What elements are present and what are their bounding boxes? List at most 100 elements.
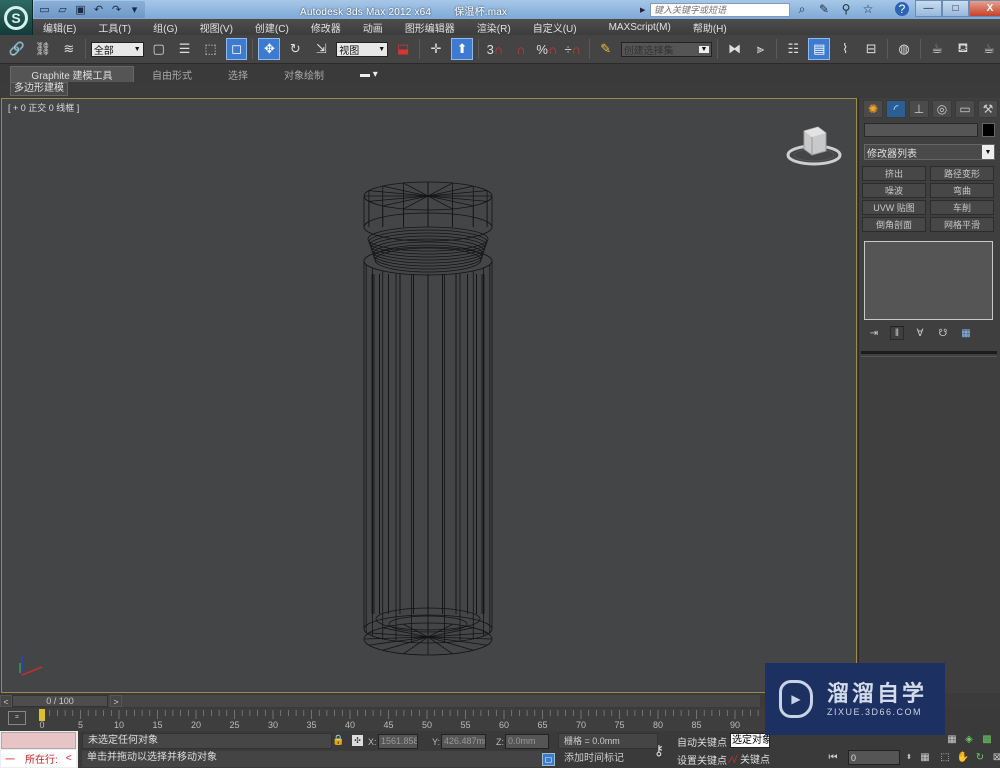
viewcube-icon[interactable] [784,121,844,169]
modifier-extrude-button[interactable]: 挤出 [862,166,926,181]
menu-modifiers[interactable]: 修改器 [311,20,341,35]
hierarchy-icon[interactable]: ⊥ [909,100,929,118]
menu-edit[interactable]: 编辑(E) [43,20,76,35]
viewport-orthographic[interactable]: [ + 0 正交 0 线框 ] [1,98,857,693]
search-input[interactable] [650,2,790,17]
rectangular-selection-icon[interactable]: ⬚ [200,38,222,60]
x-coordinate-field[interactable]: 1561.858m [378,734,418,749]
create-icon[interactable]: ✺ [863,100,883,118]
ribbon-options-icon[interactable]: ▬ ▾ [342,66,396,82]
menu-help[interactable]: 帮助(H) [693,20,727,35]
remove-modifier-icon[interactable]: ☋ [936,326,950,340]
time-tag-icon[interactable]: ▢ [542,753,555,766]
close-button[interactable]: X [969,0,1000,17]
pivot-center-icon[interactable]: ⬓ [392,38,414,60]
unlink-icon[interactable]: ⛓ [32,38,54,60]
z-coordinate-field[interactable]: 0.0mm [505,734,549,749]
graphite-ribbon-icon[interactable]: ▤ [808,38,831,60]
tab-selection[interactable]: 选择 [210,66,266,82]
material-editor-icon[interactable]: ◍ [893,38,915,60]
redo-icon[interactable]: ↷ [110,4,123,16]
tab-graphite-modeling[interactable]: Graphite 建模工具 [10,66,134,82]
keyboard-shortcut-override-icon[interactable]: ⬆ [451,38,473,60]
menu-create[interactable]: 创建(C) [255,20,289,35]
modifier-bevel-profile-button[interactable]: 倒角剖面 [862,217,926,232]
auto-key-button[interactable]: 自动关键点 [677,734,727,749]
menu-animation[interactable]: 动画 [363,20,383,35]
bind-space-warp-icon[interactable]: ≋ [58,38,80,60]
window-crossing-icon[interactable]: ◻ [225,38,248,60]
current-frame-input[interactable] [848,750,900,765]
menu-views[interactable]: 视图(V) [200,20,233,35]
orbit-icon[interactable]: ↻ [973,751,987,765]
region-zoom-icon[interactable]: ⬚ [938,751,952,765]
prev-frame-button[interactable]: < [0,695,12,707]
mini-curve-editor-icon[interactable]: ⌗ [8,711,26,725]
star-icon[interactable]: ☆ [861,2,875,16]
pan-view-icon[interactable]: ✋ [956,751,970,765]
display-icon[interactable]: ▭ [955,100,975,118]
minimize-button[interactable]: — [915,0,942,17]
modifier-list-dropdown[interactable]: 修改器列表 ▼ [864,144,995,160]
y-coordinate-field[interactable]: 426.487mm [441,734,486,749]
menu-customize[interactable]: 自定义(U) [533,20,577,35]
next-frame-button[interactable]: > [110,695,122,707]
set-key-button[interactable]: 设置关键点 [677,752,727,767]
make-unique-icon[interactable]: ∀ [913,326,927,340]
snaps-toggle-icon[interactable]: 3 ∩ [484,38,506,60]
selection-set-dropdown[interactable]: 选定对象 [730,733,770,748]
maximize-viewport-icon[interactable]: ▩ [980,733,994,747]
mirror-icon[interactable]: ⧓ [723,38,745,60]
zoom-extents-all-icon[interactable]: ▦ [945,733,959,747]
menu-tools[interactable]: 工具(T) [98,20,131,35]
schematic-view-icon[interactable]: ⊟ [860,38,882,60]
tab-freeform[interactable]: 自由形式 [134,66,210,82]
angle-snap-icon[interactable]: ∩ [510,38,532,60]
reference-coordinate-dropdown[interactable]: 视图 ▼ [336,41,389,57]
undo-icon[interactable]: ↶ [92,4,105,16]
customize-icon[interactable]: ▾ [128,4,141,16]
time-slider-thumb[interactable]: 0 / 100 [12,695,108,707]
edit-named-selection-icon[interactable]: ✎ [595,38,617,60]
lock-selection-icon[interactable]: 🔒 [332,735,344,746]
set-key-icon[interactable]: ⚷ [647,733,671,767]
render-setup-icon[interactable]: ☕ [926,38,948,60]
named-selection-dropdown[interactable]: 创建选择集 ▼ [620,41,713,57]
menu-graph-editors[interactable]: 图形编辑器 [405,20,455,35]
modifier-uvw-map-button[interactable]: UVW 贴图 [862,200,926,215]
menu-group[interactable]: 组(G) [153,20,177,35]
application-button[interactable]: S [0,0,33,35]
binoculars-icon[interactable]: ⌕ [795,2,809,16]
maximize-button[interactable]: □ [942,0,969,17]
menu-maxscript[interactable]: MAXScript(M) [609,22,671,33]
modifier-lathe-button[interactable]: 车削 [930,200,994,215]
modifier-stack-list[interactable] [864,241,993,320]
show-end-result-icon[interactable]: ǁ [890,326,904,340]
zoom-extents-selected-icon[interactable]: ◈ [962,733,976,747]
save-icon[interactable]: ▣ [74,4,87,16]
add-time-tag-button[interactable]: 添加时间标记 [558,751,658,767]
select-rotate-icon[interactable]: ↻ [284,38,306,60]
modifier-meshsmooth-button[interactable]: 网格平滑 [930,217,994,232]
timeline-ruler[interactable]: 0 5 10 15 20 25 30 35 40 45 50 55 60 65 70 75 80 85 90 [36,708,766,732]
link-icon[interactable]: 🔗 [6,38,28,60]
motion-icon[interactable]: ◎ [932,100,952,118]
spinner-snap-icon[interactable]: ÷ ∩ [562,38,584,60]
polygon-modeling-tab[interactable]: 多边形建模 [10,82,68,96]
expand-arrow-icon[interactable]: ▶ [640,6,650,14]
select-object-icon[interactable]: ▢ [148,38,170,60]
maxscript-mini-listener[interactable] [1,732,76,749]
manipulate-icon[interactable]: ✛ [425,38,447,60]
wrench-icon[interactable]: ✎ [817,2,831,16]
time-slider[interactable]: < 0 / 100 > [0,694,760,708]
render-production-icon[interactable]: ☕ [978,38,1000,60]
thermos-cup-wireframe[interactable] [2,99,858,694]
object-name-input[interactable] [864,123,978,137]
menu-rendering[interactable]: 渲染(R) [477,20,511,35]
modifier-path-deform-button[interactable]: 路径变形 [930,166,994,181]
modifier-bend-button[interactable]: 弯曲 [930,183,994,198]
pin-stack-icon[interactable]: ⇥ [867,326,881,340]
maxscript-line-indicator[interactable]: 一 所在行: < [1,750,76,767]
object-color-swatch[interactable] [982,123,995,137]
satellite-icon[interactable]: ⚲ [839,2,853,16]
